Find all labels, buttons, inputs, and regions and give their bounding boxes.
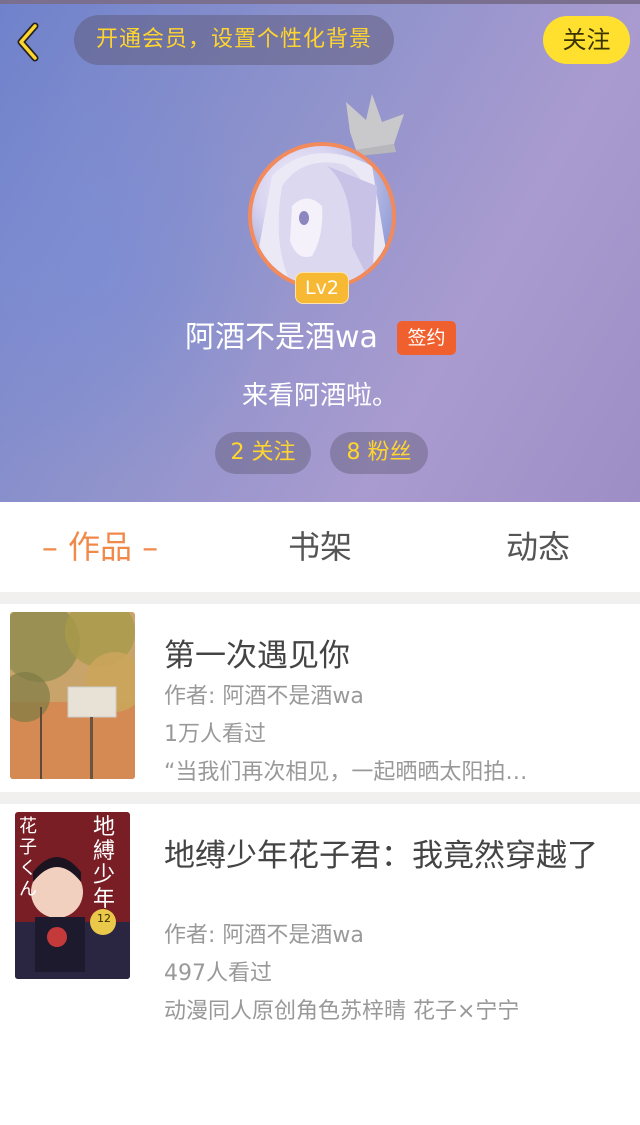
follow-button[interactable]: 关注 — [543, 16, 630, 64]
work-cover: 地縛少年 花子くん 12 — [15, 812, 130, 979]
signed-badge: 签约 — [397, 321, 456, 355]
vip-background-button[interactable]: 开通会员，设置个性化背景 — [74, 15, 394, 65]
username: 阿酒不是酒wa — [185, 320, 378, 355]
work-title[interactable]: 第一次遇见你 — [164, 630, 350, 675]
cover-subtitle-text: 花子くん — [19, 816, 37, 900]
work-card[interactable]: 第一次遇见你 作者: 阿酒不是酒wa 1万人看过 “当我们再次相见，一起晒晒太阳… — [0, 602, 640, 794]
work-author: 作者: 阿酒不是酒wa — [164, 684, 364, 709]
profile-tabs: – 作品 – 书架 动态 — [0, 502, 640, 592]
cover-volume-number: 12 — [97, 912, 111, 925]
divider — [0, 592, 640, 602]
work-cover — [10, 612, 135, 779]
work-views: 497人看过 — [164, 961, 272, 986]
tab-activity[interactable]: 动态 — [458, 502, 618, 592]
bio: 来看阿酒啦。 — [241, 381, 398, 411]
cover-title-text: 地縛少年 — [93, 815, 116, 912]
work-description: 动漫同人原创角色苏梓晴 花子×宁宁 — [164, 999, 520, 1024]
back-button[interactable] — [8, 20, 48, 64]
status-bar-line — [0, 0, 640, 4]
avatar-image — [252, 153, 392, 286]
tab-bookshelf[interactable]: 书架 — [240, 502, 400, 592]
work-title[interactable]: 地缚少年花子君：我竟然穿越了 — [164, 830, 598, 875]
work-description: “当我们再次相见，一起晒晒太阳拍… — [164, 760, 528, 785]
work-views: 1万人看过 — [164, 722, 266, 747]
followers-count[interactable]: 8 粉丝 — [330, 432, 428, 474]
following-count[interactable]: 2 关注 — [215, 432, 311, 474]
divider — [0, 792, 640, 802]
chevron-left-icon — [17, 22, 39, 62]
avatar[interactable] — [248, 142, 396, 290]
profile-header: 开通会员，设置个性化背景 关注 Lv2 阿酒不是酒wa 签约 来看阿酒啦。 2 … — [0, 0, 640, 502]
tab-works[interactable]: – 作品 – — [20, 502, 180, 592]
level-badge: Lv2 — [295, 272, 349, 304]
work-card[interactable]: 地縛少年 花子くん 12 地缚少年花子君：我竟然穿越了 作者: 阿酒不是酒wa … — [0, 802, 640, 1032]
work-author: 作者: 阿酒不是酒wa — [164, 923, 364, 948]
